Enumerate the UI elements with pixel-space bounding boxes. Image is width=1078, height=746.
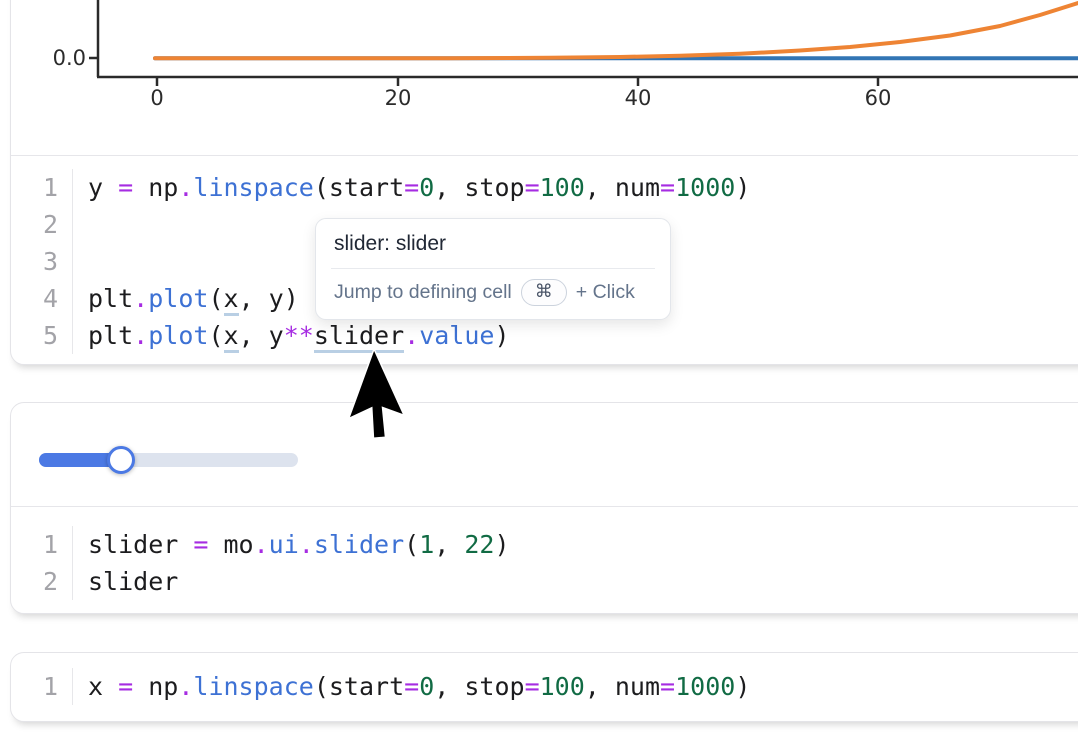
- code-text: [73, 206, 88, 243]
- line-number: 4: [11, 280, 73, 317]
- code-token: .: [178, 173, 193, 202]
- code-token: .: [299, 530, 314, 559]
- code-token: 1000: [675, 173, 735, 202]
- tooltip-action-row: Jump to defining cell ⌘ + Click: [316, 269, 670, 319]
- code-token: 1: [419, 530, 434, 559]
- code-token: slider: [88, 530, 193, 559]
- code-text: plt.plot(x, y): [73, 280, 299, 317]
- code-token: ): [494, 321, 509, 350]
- tooltip-action-suffix: + Click: [576, 281, 635, 304]
- code-token: plot: [148, 284, 208, 313]
- code-token: , num: [585, 173, 660, 202]
- code-token: =: [525, 672, 540, 701]
- code-token: , num: [585, 672, 660, 701]
- code-token: =: [660, 672, 675, 701]
- code-token: y: [88, 173, 118, 202]
- code-line[interactable]: 2 slider: [11, 563, 1078, 600]
- code-token: , stop: [434, 173, 524, 202]
- code-token: 100: [540, 672, 585, 701]
- line-number: 5: [11, 317, 73, 354]
- code-token: **: [284, 321, 314, 350]
- code-token: ,: [434, 530, 464, 559]
- code-cell-slider: 1slider = mo.ui.slider(1, 22)2slider: [10, 402, 1078, 614]
- code-token: linspace: [193, 672, 313, 701]
- code-token: plot: [148, 321, 208, 350]
- line-number: 1: [11, 169, 73, 206]
- code-token: , y: [239, 321, 284, 350]
- code-token: ): [735, 672, 750, 701]
- code-token: np: [133, 672, 178, 701]
- code-text: plt.plot(x, y**slider.value): [73, 317, 510, 354]
- code-token: (start: [314, 672, 404, 701]
- code-token: =: [660, 173, 675, 202]
- underlined-variable[interactable]: x: [224, 321, 239, 353]
- code-token: slider: [314, 530, 404, 559]
- tooltip-title: slider: slider: [316, 219, 670, 268]
- code-token: =: [118, 672, 133, 701]
- code-line[interactable]: 5plt.plot(x, y**slider.value): [11, 317, 1078, 354]
- variable-tooltip: slider: slider Jump to defining cell ⌘ +…: [315, 218, 671, 320]
- code-token: ): [494, 530, 509, 559]
- code-token: .: [133, 284, 148, 313]
- code-token: slider: [88, 567, 178, 596]
- underlined-variable[interactable]: slider: [314, 321, 404, 353]
- code-token: (: [208, 284, 223, 313]
- tooltip-action-label: Jump to defining cell: [334, 281, 512, 304]
- code-token: , stop: [434, 672, 524, 701]
- code-text: slider: [73, 563, 178, 600]
- code-token: plt: [88, 321, 133, 350]
- code-token: mo: [208, 530, 253, 559]
- code-token: plt: [88, 284, 133, 313]
- line-number: 2: [11, 206, 73, 243]
- code-token: 0: [419, 173, 434, 202]
- code-token: .: [178, 672, 193, 701]
- code-token: (start: [314, 173, 404, 202]
- code-token: x: [88, 672, 118, 701]
- slider-handle[interactable]: [107, 446, 135, 474]
- code-token: =: [525, 173, 540, 202]
- slider-track[interactable]: [39, 453, 298, 467]
- code-token: 100: [540, 173, 585, 202]
- line-number: 2: [11, 563, 73, 600]
- code-token: 22: [464, 530, 494, 559]
- underlined-variable[interactable]: x: [224, 284, 239, 316]
- code-text: y = np.linspace(start=0, stop=100, num=1…: [73, 169, 750, 206]
- code-editor[interactable]: 1x = np.linspace(start=0, stop=100, num=…: [11, 653, 1078, 720]
- code-token: , y): [239, 284, 299, 313]
- line-number: 1: [11, 526, 73, 563]
- command-key-badge: ⌘: [521, 279, 567, 306]
- code-token: =: [118, 173, 133, 202]
- code-text: x = np.linspace(start=0, stop=100, num=1…: [73, 668, 750, 705]
- code-token: =: [193, 530, 208, 559]
- line-number: 3: [11, 243, 73, 280]
- code-token: .: [133, 321, 148, 350]
- code-token: =: [404, 173, 419, 202]
- code-token: linspace: [193, 173, 313, 202]
- code-token: value: [419, 321, 494, 350]
- code-token: np: [133, 173, 178, 202]
- code-token: =: [404, 672, 419, 701]
- code-text: slider = mo.ui.slider(1, 22): [73, 526, 510, 563]
- code-line[interactable]: 1y = np.linspace(start=0, stop=100, num=…: [11, 169, 1078, 206]
- cell-output-slider: [11, 403, 1078, 506]
- code-token: .: [404, 321, 419, 350]
- code-token: ui: [269, 530, 299, 559]
- code-token: (: [208, 321, 223, 350]
- code-token: 1000: [675, 672, 735, 701]
- code-editor[interactable]: 1slider = mo.ui.slider(1, 22)2slider: [11, 506, 1078, 614]
- code-token: .: [254, 530, 269, 559]
- line-number: 1: [11, 668, 73, 705]
- cell-output-plot: [11, 0, 1078, 155]
- code-line[interactable]: 1slider = mo.ui.slider(1, 22): [11, 526, 1078, 563]
- code-token: 0: [419, 672, 434, 701]
- code-token: ): [735, 173, 750, 202]
- code-token: (: [404, 530, 419, 559]
- code-text: [73, 243, 88, 280]
- code-line[interactable]: 1x = np.linspace(start=0, stop=100, num=…: [11, 668, 1078, 705]
- code-cell-x: 1x = np.linspace(start=0, stop=100, num=…: [10, 652, 1078, 722]
